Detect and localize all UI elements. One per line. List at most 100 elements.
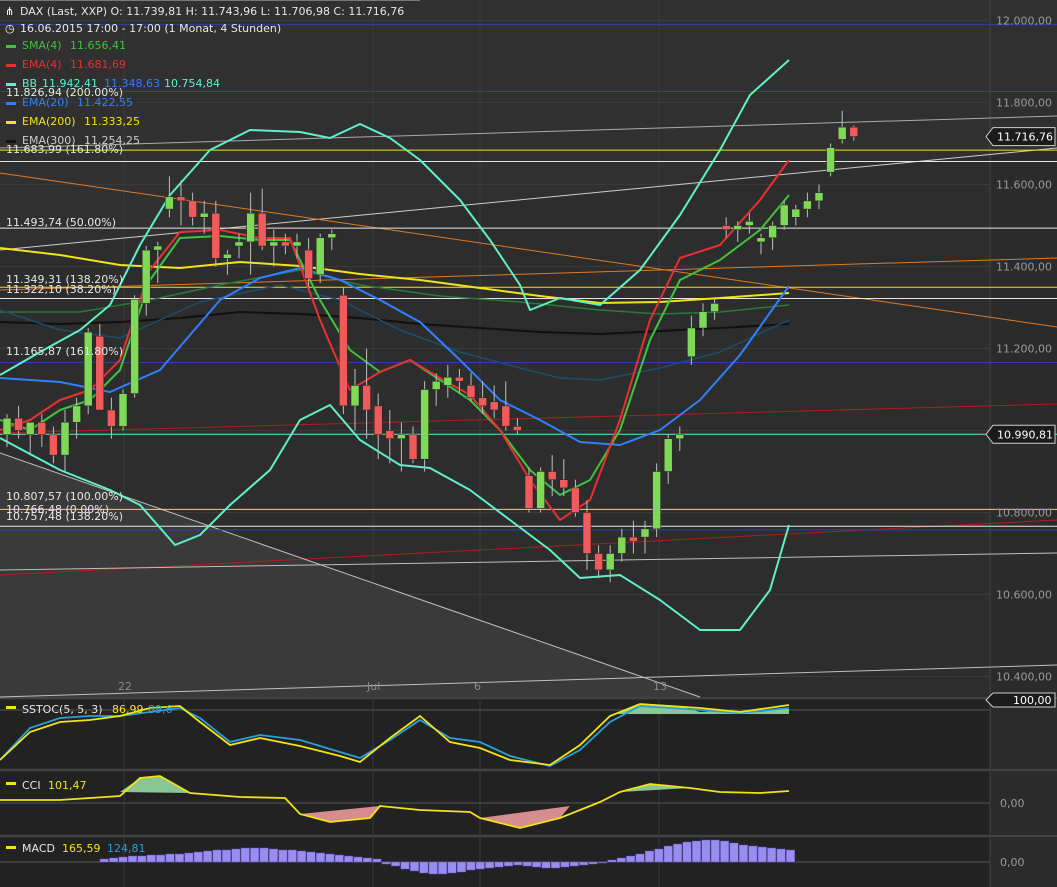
candle-down: [547, 471, 557, 480]
candle-up: [60, 422, 70, 456]
legend-value: 11.681,69: [70, 58, 126, 71]
macd-histogram-bar: [663, 845, 673, 863]
macd-histogram-bar: [513, 861, 523, 866]
legend-label: EMA(4): [22, 58, 62, 71]
candle-up: [826, 147, 835, 173]
price-tick-label: 12.000,00: [996, 15, 1052, 28]
macd-histogram-bar: [127, 855, 137, 863]
legend-value: 11.333,25: [84, 115, 140, 128]
macd-histogram-bar: [588, 861, 598, 865]
macd-histogram-bar: [259, 847, 269, 863]
candle-down: [582, 512, 592, 554]
macd-histogram-bar: [287, 849, 297, 863]
candle-up: [779, 204, 789, 226]
candle-up: [431, 381, 441, 390]
macd-histogram-bar: [466, 861, 476, 871]
candle-up: [745, 221, 754, 226]
marker-price-label: 10.990,81: [997, 428, 1053, 441]
macd-histogram-bar: [438, 861, 448, 875]
date-tick-label: 13: [653, 680, 667, 693]
macd-histogram-bar: [710, 839, 720, 863]
macd-histogram-bar: [334, 854, 344, 863]
macd-histogram-bar: [475, 861, 485, 870]
sstoc-value: 86,99: [112, 703, 144, 716]
candle-down: [513, 426, 522, 431]
candle-down: [489, 401, 499, 411]
macd-histogram-bar: [146, 854, 156, 863]
macd-histogram-bar: [494, 861, 504, 868]
macd-histogram-bar: [616, 857, 626, 863]
price-tick-label: 10.800,00: [996, 507, 1052, 520]
macd-axis-label: 0,00: [1000, 856, 1025, 869]
candle-up: [350, 385, 360, 407]
macd-histogram-bar: [635, 853, 645, 863]
candle-up: [246, 212, 255, 243]
macd-histogram-bar: [767, 847, 777, 863]
candle-down: [594, 553, 603, 571]
candle-up: [617, 536, 627, 554]
macd-histogram-bar: [597, 861, 607, 864]
macd-histogram-bar: [306, 851, 316, 863]
candle-down: [188, 200, 197, 218]
candle-up: [141, 249, 151, 304]
macd-histogram-bar: [184, 852, 194, 863]
candle-down: [455, 376, 464, 382]
candle-down: [849, 126, 859, 137]
candle-up: [756, 237, 766, 243]
cci-axis-label: 0,00: [1000, 797, 1025, 810]
macd-histogram-bar: [109, 857, 119, 863]
cci-swatch: [6, 782, 16, 785]
candle-up: [83, 331, 93, 407]
fib-label: 11.165,87 (161.80%): [6, 345, 123, 358]
candle-down: [257, 212, 267, 247]
macd-histogram-bar: [250, 847, 260, 863]
macd-histogram-bar: [720, 840, 730, 863]
macd-histogram-bar: [193, 851, 203, 863]
macd-histogram-bar: [485, 861, 495, 869]
candle-down: [107, 409, 116, 427]
fib-label: 10.807,57 (100.00%): [6, 490, 123, 503]
macd-histogram-bar: [268, 848, 278, 863]
macd-histogram-bar: [785, 849, 795, 863]
sstoc-value2: 89,6: [148, 703, 173, 716]
candle-up: [733, 225, 743, 230]
clock-icon: ◷: [5, 22, 15, 35]
macd-histogram-bar: [532, 861, 542, 868]
price-tick-label: 11.800,00: [996, 97, 1052, 110]
candle-down: [373, 405, 383, 435]
sstoc-swatch: [6, 706, 16, 709]
candle-up: [640, 528, 650, 538]
candle-down: [176, 196, 186, 202]
price-tick-label: 10.400,00: [996, 671, 1052, 684]
macd-histogram-bar: [325, 853, 335, 863]
candle-up: [397, 434, 406, 439]
macd-histogram-bar: [353, 856, 363, 863]
macd-histogram-bar: [409, 861, 419, 872]
candle-up: [315, 237, 325, 275]
candle-down: [49, 434, 58, 456]
candle-down: [281, 241, 290, 247]
candle-up: [791, 208, 801, 218]
legend-value: 10.754,84: [164, 77, 220, 90]
candle-down: [524, 475, 534, 509]
macd-histogram-bar: [626, 855, 636, 863]
macd-label: MACD: [22, 842, 55, 855]
sstoc-label: SSTOC(5, 5, 3): [22, 703, 103, 716]
macd-histogram-bar: [522, 861, 532, 867]
candle-up: [803, 200, 812, 210]
candle-up: [710, 303, 719, 312]
macd-histogram-bar: [221, 849, 231, 863]
macd-histogram-bar: [682, 841, 692, 863]
legend-swatch: [6, 121, 16, 124]
candle-up: [165, 196, 174, 210]
date-tick-label: 6: [474, 680, 481, 693]
macd-histogram-bar: [701, 839, 711, 863]
chart-icon: ⋔: [5, 5, 14, 18]
candle-up: [675, 434, 685, 439]
candle-up: [223, 253, 232, 259]
candle-down: [559, 479, 569, 489]
macd-histogram-bar: [757, 846, 767, 863]
date-tick-label: Jul: [366, 680, 380, 693]
macd-histogram-bar: [231, 848, 241, 863]
macd-histogram-bar: [99, 858, 109, 863]
